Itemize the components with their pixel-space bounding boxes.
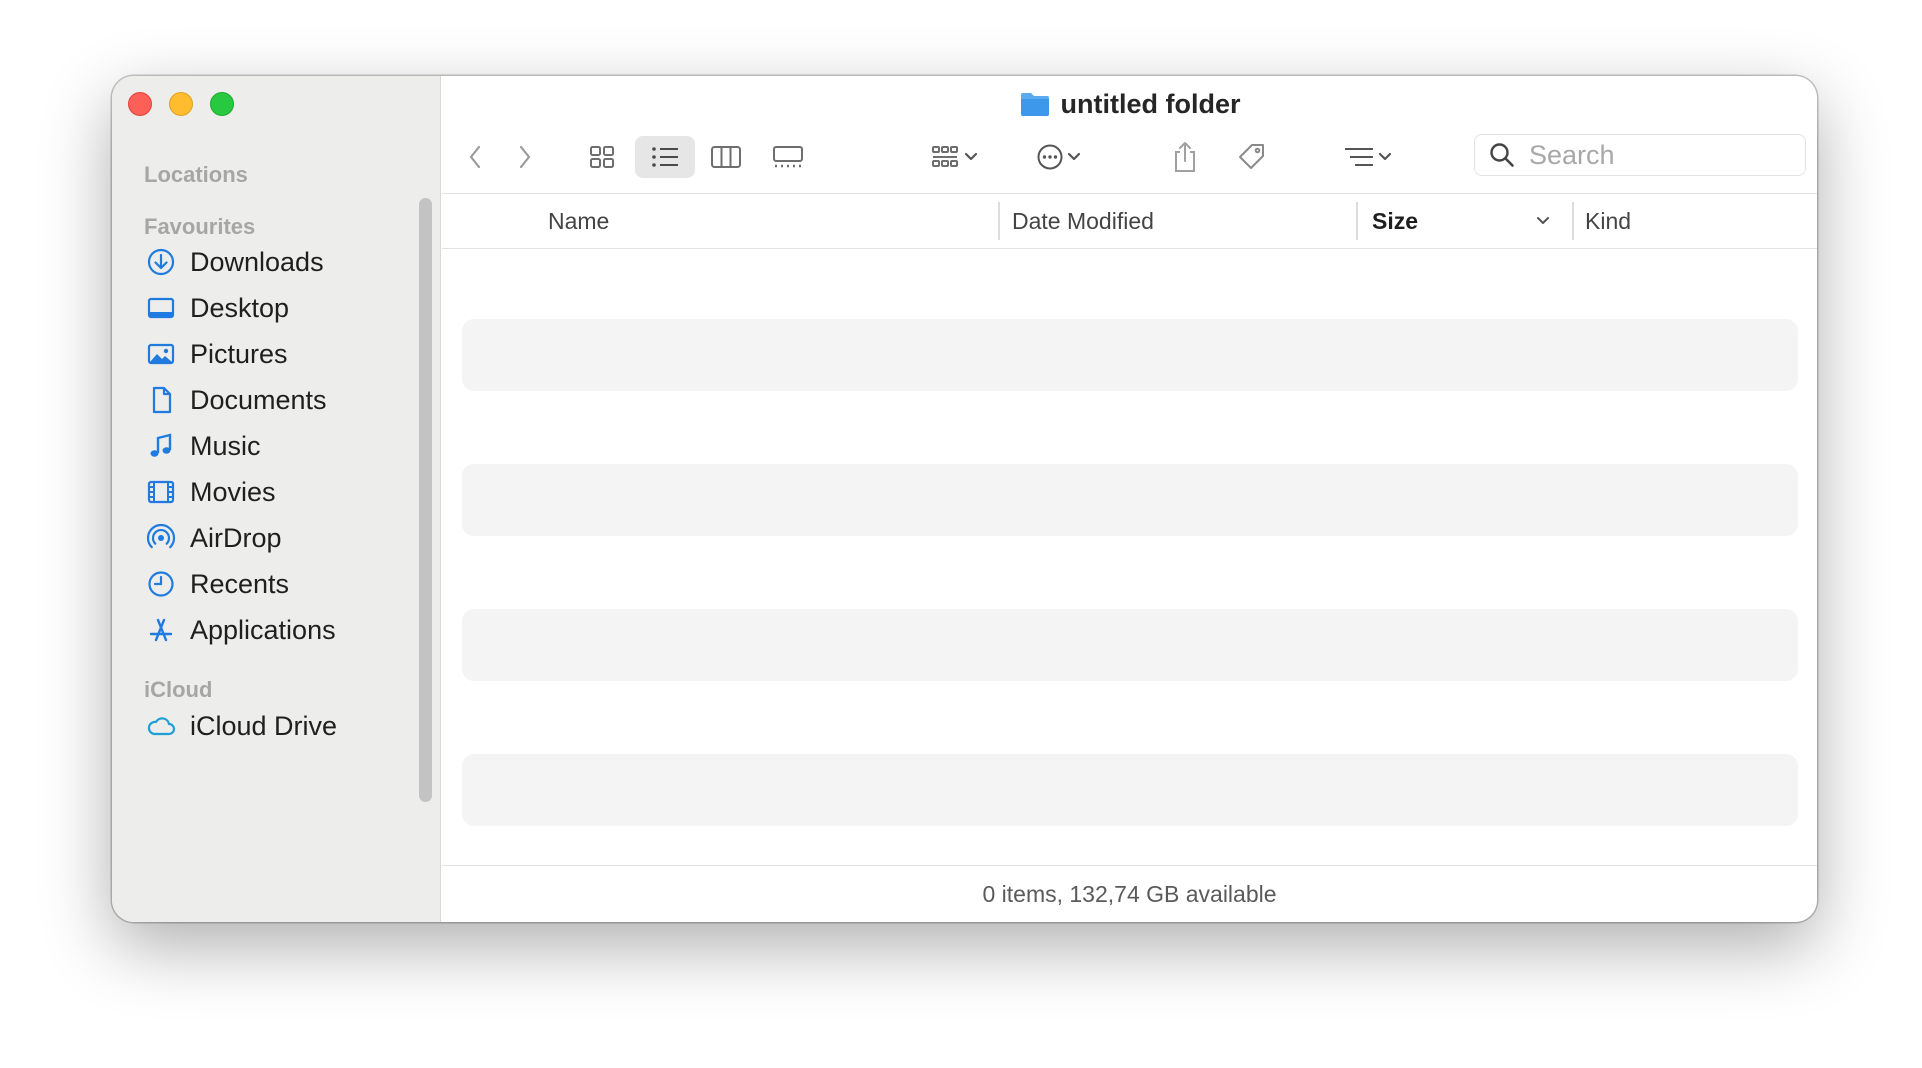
sidebar-item-label: Desktop (190, 292, 290, 323)
window-title-text: untitled folder (1060, 88, 1241, 119)
desktop-icon (144, 291, 178, 325)
back-button[interactable] (460, 136, 490, 178)
icon-grid-icon (590, 146, 614, 168)
folder-icon (1020, 93, 1049, 116)
clock-icon (144, 567, 178, 601)
chevron-right-icon (519, 145, 531, 169)
tag-icon (1239, 144, 1264, 169)
search-field[interactable] (1474, 134, 1806, 176)
music-note-icon (144, 429, 178, 463)
share-button[interactable] (1162, 136, 1208, 178)
share-icon (1175, 142, 1195, 172)
close-button[interactable] (128, 92, 152, 116)
document-icon (144, 383, 178, 417)
finder-window: Locations Favourites Downloads Desktop P… (112, 76, 1817, 922)
group-by-button[interactable] (920, 136, 990, 178)
sidebar: Locations Favourites Downloads Desktop P… (112, 76, 441, 922)
sidebar-item-music[interactable]: Music (144, 424, 424, 468)
gallery-view-button[interactable] (760, 136, 816, 178)
chevron-left-icon (469, 145, 481, 169)
sidebar-item-label: Downloads (190, 246, 324, 277)
column-kind[interactable]: Kind (1585, 194, 1631, 248)
list-view-button[interactable] (635, 136, 695, 178)
sidebar-item-icloud-drive[interactable]: iCloud Drive (144, 704, 424, 748)
window-controls (128, 92, 234, 116)
view-options-button[interactable] (1330, 136, 1406, 178)
column-divider[interactable] (1356, 202, 1358, 240)
section-locations[interactable]: Locations (144, 162, 248, 188)
sidebar-item-label: iCloud Drive (190, 710, 338, 741)
sidebar-item-label: Applications (190, 614, 336, 645)
cloud-icon (144, 709, 178, 743)
chevron-down-icon (1537, 217, 1549, 224)
gallery-icon (773, 146, 803, 168)
column-date-modified[interactable]: Date Modified (1012, 194, 1154, 248)
list-row-stripe (462, 464, 1798, 536)
status-text: 0 items, 132,74 GB available (982, 880, 1277, 907)
list-icon (652, 147, 678, 167)
column-size[interactable]: Size (1372, 194, 1552, 248)
action-menu-button[interactable] (1024, 136, 1094, 178)
sidebar-scrollbar[interactable] (419, 198, 432, 802)
ellipsis-circle-icon (1037, 144, 1063, 170)
sidebar-item-recents[interactable]: Recents (144, 562, 424, 606)
sidebar-item-applications[interactable]: Applications (144, 608, 424, 652)
sidebar-item-label: Pictures (190, 338, 288, 369)
pictures-icon (144, 337, 178, 371)
chevron-down-icon (1378, 152, 1392, 161)
applications-icon (144, 613, 178, 647)
status-bar: 0 items, 132,74 GB available (442, 865, 1817, 922)
sort-list-icon (1345, 148, 1373, 166)
column-divider[interactable] (998, 202, 1000, 240)
column-header: Name Date Modified Size Kind (442, 193, 1817, 249)
forward-button[interactable] (510, 136, 540, 178)
sidebar-item-downloads[interactable]: Downloads (144, 240, 424, 284)
airdrop-icon (144, 521, 178, 555)
list-row-stripe (462, 754, 1798, 826)
search-icon (1490, 143, 1514, 167)
search-input[interactable] (1527, 138, 1791, 172)
sidebar-item-label: Music (190, 430, 261, 461)
icon-view-button[interactable] (574, 136, 630, 178)
sidebar-item-pictures[interactable]: Pictures (144, 332, 424, 376)
section-favourites[interactable]: Favourites (144, 214, 255, 240)
column-divider[interactable] (1572, 202, 1574, 240)
chevron-down-icon (964, 152, 978, 161)
zoom-button[interactable] (210, 92, 234, 116)
sidebar-item-movies[interactable]: Movies (144, 470, 424, 514)
column-name[interactable]: Name (548, 194, 609, 248)
chevron-down-icon (1067, 152, 1081, 161)
sidebar-item-label: AirDrop (190, 522, 282, 553)
columns-icon (711, 146, 741, 168)
group-grid-icon (932, 146, 958, 167)
sidebar-item-label: Documents (190, 384, 327, 415)
main-content: untitled folder Search Name Date Modifie… (442, 76, 1817, 922)
sidebar-item-airdrop[interactable]: AirDrop (144, 516, 424, 560)
section-icloud[interactable]: iCloud (144, 677, 212, 703)
sidebar-item-label: Recents (190, 568, 290, 599)
sidebar-item-desktop[interactable]: Desktop (144, 286, 424, 330)
sidebar-item-label: Movies (190, 476, 276, 507)
window-title: untitled folder (442, 84, 1817, 124)
sidebar-item-documents[interactable]: Documents (144, 378, 424, 422)
download-icon (144, 245, 178, 279)
column-view-button[interactable] (698, 136, 754, 178)
tag-button[interactable] (1228, 136, 1276, 178)
list-row-stripe (462, 319, 1798, 391)
film-icon (144, 475, 178, 509)
minimize-button[interactable] (169, 92, 193, 116)
list-row-stripe (462, 609, 1798, 681)
column-size-label: Size (1372, 207, 1419, 234)
